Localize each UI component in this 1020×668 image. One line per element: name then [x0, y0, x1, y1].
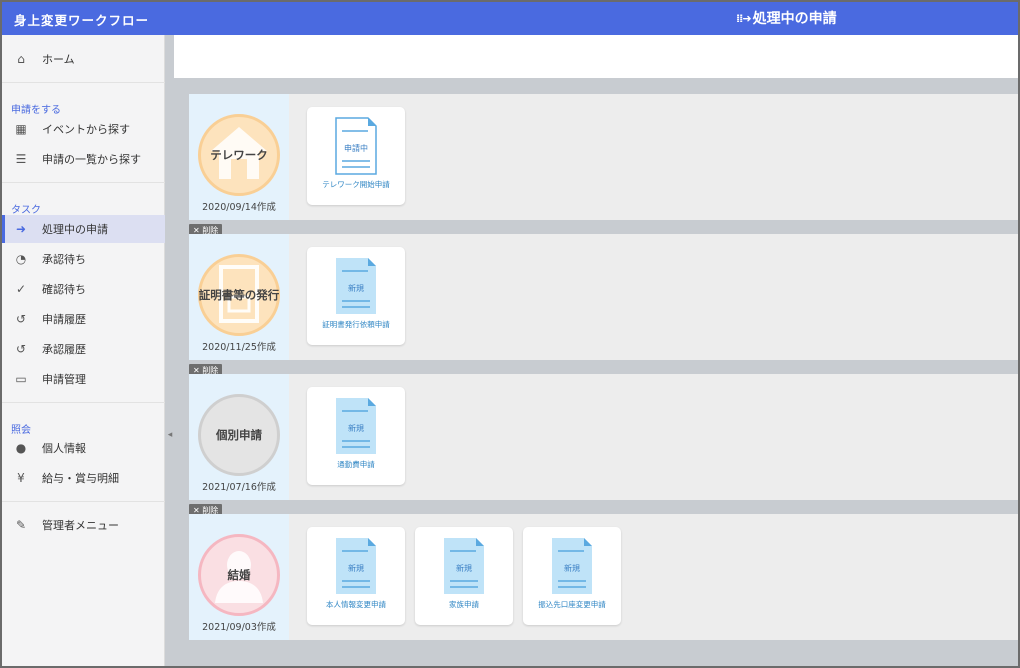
- top-bar: 身上変更ワークフロー ⁞⁞➜ 処理中の申請: [2, 2, 1018, 35]
- sidebar-item-label: 申請履歴: [42, 313, 86, 326]
- event-created-date: 2020/09/14作成: [202, 202, 276, 213]
- app-frame: 身上変更ワークフロー ⁞⁞➜ 処理中の申請 ⌂ ホーム 申請をする ▦ イベント…: [0, 0, 1020, 668]
- event-name: テレワーク: [210, 148, 268, 162]
- page-title: 処理中の申請: [752, 11, 837, 27]
- event-badge[interactable]: 個別申請 2021/07/16作成: [189, 374, 289, 500]
- application-card[interactable]: 新規 通勤費申請: [307, 387, 405, 485]
- sidebar-item-label: 給与・賞与明細: [42, 472, 119, 485]
- event-icon: テレワーク: [198, 114, 280, 196]
- sidebar-item-label: 確認待ち: [42, 283, 86, 296]
- event-created-date: 2021/07/16作成: [202, 482, 276, 493]
- event-card: ✕ 削除 個別申請 2021/07/16作成 新規 通勤費申請: [189, 364, 1018, 500]
- divider: [2, 182, 165, 183]
- arrow-right-icon: ➜: [15, 222, 27, 236]
- divider: [2, 501, 165, 502]
- event-badge[interactable]: 結婚 2021/09/03作成: [189, 514, 289, 640]
- sidebar-item-home[interactable]: ⌂ ホーム: [2, 45, 165, 73]
- sidebar-item-in-progress[interactable]: ➜ 処理中の申請: [2, 215, 165, 243]
- sidebar-item-label: 承認履歴: [42, 343, 86, 356]
- check-icon: ✓: [15, 282, 27, 296]
- sidebar: ⌂ ホーム 申請をする ▦ イベントから探す ☰ 申請の一覧から探す タスク ➜…: [2, 35, 165, 666]
- sidebar-item-label: ホーム: [42, 53, 75, 66]
- application-card[interactable]: 新規 振込先口座変更申請: [523, 527, 621, 625]
- application-card[interactable]: 新規 本人情報変更申請: [307, 527, 405, 625]
- sidebar-item-search-by-event[interactable]: ▦ イベントから探す: [2, 115, 165, 143]
- application-status: 新規: [564, 564, 580, 573]
- event-badge[interactable]: 証明書等の発行 2020/11/25作成: [189, 234, 289, 360]
- sidebar-collapse-handle[interactable]: ◂: [166, 427, 174, 443]
- sidebar-item-awaiting-approval[interactable]: ◔ 承認待ち: [2, 245, 165, 273]
- event-card: テレワーク 2020/09/14作成 申請中 テレワーク開始申請: [189, 94, 1018, 220]
- application-name: テレワーク開始申請: [322, 180, 390, 189]
- application-card[interactable]: 新規 家族申請: [415, 527, 513, 625]
- sidebar-item-label: 個人情報: [42, 442, 86, 455]
- app-title[interactable]: 身上変更ワークフロー: [14, 10, 149, 29]
- section-label-task: タスク: [11, 205, 41, 216]
- divider: [2, 402, 165, 403]
- event-icon: 個別申請: [198, 394, 280, 476]
- person-icon: ●: [15, 441, 27, 455]
- application-name: 家族申請: [449, 600, 479, 609]
- event-created-date: 2021/09/03作成: [202, 622, 276, 633]
- application-card[interactable]: 新規 証明書発行依頼申請: [307, 247, 405, 345]
- event-name: 個別申請: [216, 428, 262, 442]
- sidebar-item-label: 管理者メニュー: [42, 519, 119, 532]
- sidebar-item-search-by-list[interactable]: ☰ 申請の一覧から探す: [2, 145, 165, 173]
- page-heading: ⁞⁞➜ 処理中の申請: [736, 8, 837, 28]
- sidebar-item-label: イベントから探す: [42, 123, 130, 136]
- application-status: 新規: [456, 564, 472, 573]
- application-name: 振込先口座変更申請: [538, 600, 606, 609]
- home-icon: ⌂: [17, 52, 25, 66]
- sidebar-item-approval-history[interactable]: ↺ 承認履歴: [2, 335, 165, 363]
- sidebar-item-awaiting-confirmation[interactable]: ✓ 確認待ち: [2, 275, 165, 303]
- event-name: 結婚: [227, 568, 251, 582]
- event-name: 証明書等の発行: [198, 288, 280, 302]
- application-name: 通勤費申請: [337, 460, 375, 469]
- application-status: 申請中: [344, 144, 368, 153]
- history-icon: ↺: [15, 312, 27, 326]
- sidebar-item-label: 処理中の申請: [42, 223, 108, 236]
- sidebar-item-label: 申請の一覧から探す: [42, 153, 141, 166]
- event-icon: 結婚: [198, 534, 280, 616]
- list-icon: ☰: [15, 152, 27, 166]
- application-status: 新規: [348, 284, 364, 293]
- event-badge[interactable]: テレワーク 2020/09/14作成: [189, 94, 289, 220]
- stamp-icon: ◔: [15, 252, 27, 266]
- event-created-date: 2020/11/25作成: [202, 342, 276, 353]
- arrow-right-icon: ⁞⁞➜: [736, 11, 752, 25]
- divider: [2, 82, 165, 83]
- wrench-icon: ✎: [15, 518, 27, 532]
- yen-icon: ¥: [17, 471, 25, 485]
- sidebar-item-personal-info[interactable]: ● 個人情報: [2, 434, 165, 462]
- sidebar-item-label: 申請管理: [42, 373, 86, 386]
- sidebar-item-application-history[interactable]: ↺ 申請履歴: [2, 305, 165, 333]
- inbox-icon: ▭: [15, 372, 27, 386]
- sidebar-item-label: 承認待ち: [42, 253, 86, 266]
- history-icon: ↺: [15, 342, 27, 356]
- application-card[interactable]: 申請中 テレワーク開始申請: [307, 107, 405, 205]
- toolbar-area: [174, 35, 1018, 78]
- section-label-apply: 申請をする: [11, 105, 61, 116]
- event-card: ✕ 削除 結婚 2021/09/03作成 新規 本人情報変更申請 新規 家族申請…: [189, 504, 1018, 640]
- grid-icon: ▦: [15, 122, 27, 136]
- application-name: 本人情報変更申請: [326, 600, 386, 609]
- sidebar-item-payslip[interactable]: ¥ 給与・賞与明細: [2, 464, 165, 492]
- sidebar-item-application-management[interactable]: ▭ 申請管理: [2, 365, 165, 393]
- event-icon: 証明書等の発行: [198, 254, 280, 336]
- application-name: 証明書発行依頼申請: [322, 320, 390, 329]
- event-card: ✕ 削除 証明書等の発行 2020/11/25作成 新規 証明書発行依頼申請: [189, 224, 1018, 360]
- application-status: 新規: [348, 424, 364, 433]
- sidebar-item-admin-menu[interactable]: ✎ 管理者メニュー: [2, 511, 165, 539]
- application-status: 新規: [348, 564, 364, 573]
